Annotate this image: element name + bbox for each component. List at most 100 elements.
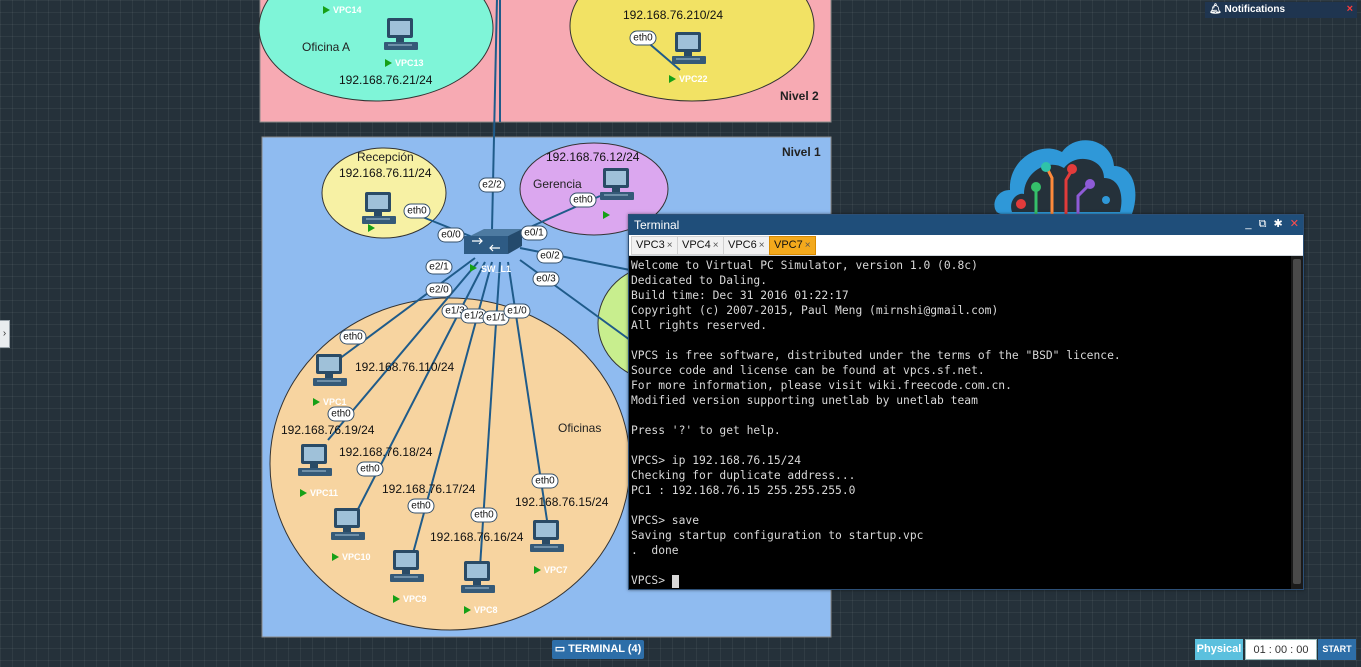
oficina-a-label: Oficina A xyxy=(302,40,350,54)
terminal-cursor xyxy=(671,574,679,588)
svg-text:e1/0: e1/0 xyxy=(507,306,527,317)
oficinas-label: Oficinas xyxy=(558,421,601,435)
terminal-button-label: TERMINAL (4) xyxy=(568,643,642,655)
ip-gerencia: 192.168.76.12/24 xyxy=(546,150,640,164)
terminal-line: VPCS> save xyxy=(631,514,700,527)
svg-text:eth0: eth0 xyxy=(343,332,363,343)
nivel1-label: Nivel 1 xyxy=(782,145,821,159)
vpc9-name: VPC9 xyxy=(403,594,427,604)
terminal-line: VPCS is free software, distributed under… xyxy=(631,349,1121,362)
svg-text:e0/0: e0/0 xyxy=(441,230,461,241)
port-e2-2: e2/2 xyxy=(478,177,506,193)
settings-icon[interactable]: ✱ xyxy=(1274,217,1283,230)
timer-display: 01 : 00 : 00 xyxy=(1245,639,1317,660)
ip-recepcion: 192.168.76.11/24 xyxy=(339,166,432,180)
tab-vpc4[interactable]: VPC4 × xyxy=(677,236,724,255)
port-eth0-recepcion: eth0 xyxy=(403,203,431,219)
svg-text:e1/2: e1/2 xyxy=(464,311,484,322)
tab-close-icon[interactable]: × xyxy=(667,240,673,251)
vpc22-name: VPC22 xyxy=(679,74,708,84)
scroll-thumb[interactable] xyxy=(1293,259,1301,584)
maximize-icon[interactable]: ⧉ xyxy=(1259,218,1267,231)
terminal-taskbar-button[interactable]: ▭ TERMINAL (4) xyxy=(552,640,644,659)
tab-vpc7[interactable]: VPC7 × xyxy=(769,236,816,255)
terminal-scrollbar[interactable] xyxy=(1291,256,1303,589)
port-eth0-vpc10: eth0 xyxy=(356,461,384,477)
gerencia-label: Gerencia xyxy=(533,177,582,191)
port-eth0-vpc7: eth0 xyxy=(531,473,559,489)
port-e0-0: e0/0 xyxy=(437,227,465,243)
nivel2-label: Nivel 2 xyxy=(780,89,819,103)
terminal-window[interactable]: Terminal _ ⧉ ✱ ✕ VPC3 × VPC4 × VPC6 × VPC7 ×… xyxy=(628,214,1304,590)
port-e0-2: e0/2 xyxy=(536,248,564,264)
close-icon[interactable]: ✕ xyxy=(1290,217,1299,230)
svg-text:eth0: eth0 xyxy=(633,33,653,44)
terminal-output[interactable]: Welcome to Virtual PC Simulator, version… xyxy=(629,256,1291,589)
svg-text:e0/1: e0/1 xyxy=(524,228,544,239)
ip-vpc8: 192.168.76.16/24 xyxy=(430,530,524,544)
port-e2-1: e2/1 xyxy=(425,259,453,275)
tab-label: VPC4 xyxy=(682,239,711,251)
svg-text:e2/0: e2/0 xyxy=(429,285,449,296)
terminal-line: VPCS> ip 192.168.76.15/24 xyxy=(631,454,802,467)
tab-close-icon[interactable]: × xyxy=(759,240,765,251)
notifications-bar[interactable]: 🔔︎ Notifications × xyxy=(1205,2,1357,18)
minimize-icon[interactable]: _ xyxy=(1245,218,1251,230)
port-e2-0: e2/0 xyxy=(425,282,453,298)
port-e0-1: e0/1 xyxy=(520,225,548,241)
port-eth0-gerencia: eth0 xyxy=(569,192,597,208)
svg-text:e2/1: e2/1 xyxy=(429,262,449,273)
ip-top-right: 192.168.76.210/24 xyxy=(623,8,723,22)
terminal-line: Dedicated to Daling. xyxy=(631,274,768,287)
sidebar-toggle[interactable]: › xyxy=(0,320,10,348)
tab-vpc6[interactable]: VPC6 × xyxy=(723,236,770,255)
tab-label: VPC6 xyxy=(728,239,757,251)
ip-vpc10: 192.168.76.18/24 xyxy=(339,445,433,459)
terminal-titlebar[interactable]: Terminal _ ⧉ ✱ ✕ xyxy=(629,215,1303,235)
vpc8-name: VPC8 xyxy=(474,605,498,615)
port-eth0-vpc8: eth0 xyxy=(470,507,498,523)
terminal-line: Copyright (c) 2007-2015, Paul Meng (mirn… xyxy=(631,304,999,317)
ip-vpc9: 192.168.76.17/24 xyxy=(382,482,476,496)
port-e1-0: e1/0 xyxy=(503,303,531,319)
svg-text:eth0: eth0 xyxy=(535,476,555,487)
ip-vpc11: 192.168.76.19/24 xyxy=(281,423,375,437)
svg-text:eth0: eth0 xyxy=(573,195,593,206)
terminal-line: Saving startup configuration to startup.… xyxy=(631,529,924,542)
terminal-line: Checking for duplicate address... xyxy=(631,469,856,482)
vpc13-name: VPC13 xyxy=(395,58,424,68)
cloud-logo xyxy=(994,140,1136,214)
tab-close-icon[interactable]: × xyxy=(713,240,719,251)
port-eth0-vpc11: eth0 xyxy=(327,406,355,422)
terminal-prompt-line[interactable]: VPCS> xyxy=(631,573,1291,588)
ip-vpc1: 192.168.76.110/24 xyxy=(355,360,455,374)
ip-vpc7: 192.168.76.15/24 xyxy=(515,495,609,509)
svg-text:eth0: eth0 xyxy=(360,464,380,475)
tab-close-icon[interactable]: × xyxy=(805,240,811,251)
port-eth0-vpc1: eth0 xyxy=(339,329,367,345)
tab-label: VPC3 xyxy=(636,239,665,251)
bell-icon: 🔔︎ xyxy=(1209,4,1222,15)
port-eth0-vpc22: eth0 xyxy=(629,30,657,46)
physical-button[interactable]: Physical xyxy=(1195,639,1243,660)
terminal-title: Terminal xyxy=(634,218,680,232)
switch-name: SW_L1 xyxy=(481,264,511,274)
svg-text:eth0: eth0 xyxy=(407,206,427,217)
svg-text:e0/2: e0/2 xyxy=(540,251,560,262)
notifications-close-icon[interactable]: × xyxy=(1347,3,1353,15)
recepcion-label: Recepción xyxy=(357,150,414,164)
tab-vpc3[interactable]: VPC3 × xyxy=(631,236,678,255)
vpc7-name: VPC7 xyxy=(544,565,568,575)
svg-text:e2/2: e2/2 xyxy=(482,180,502,191)
terminal-line: All rights reserved. xyxy=(631,319,768,332)
terminal-line: . done xyxy=(631,544,679,557)
terminal-line: PC1 : 192.168.76.15 255.255.255.0 xyxy=(631,484,856,497)
start-button[interactable]: START xyxy=(1318,639,1356,660)
terminal-line: Press '?' to get help. xyxy=(631,424,781,437)
svg-text:e0/3: e0/3 xyxy=(536,274,556,285)
port-eth0-vpc9: eth0 xyxy=(407,498,435,514)
